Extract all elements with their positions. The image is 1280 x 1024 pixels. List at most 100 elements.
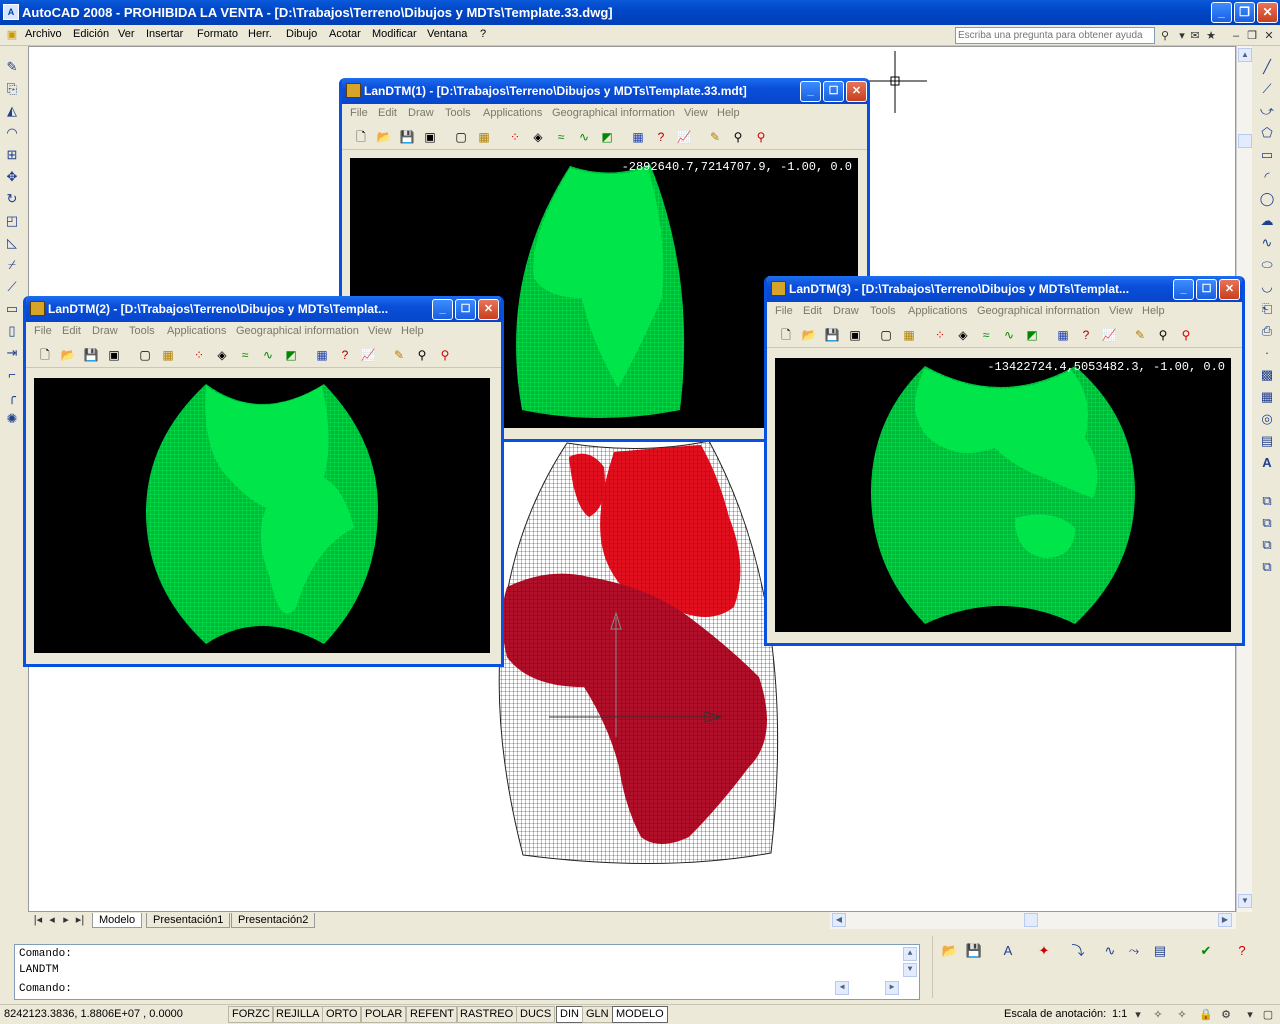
make-block-icon[interactable]: ⎙ [1258,322,1276,340]
insert-block-icon[interactable]: ⎗ [1258,300,1276,318]
chamfer-icon[interactable]: ⌐ [3,366,21,384]
save-icon[interactable]: 💾 [82,346,100,364]
toggle-rejilla[interactable]: REJILLA [272,1006,324,1023]
construction-line-icon[interactable]: ⟋ [1258,80,1276,98]
toggle-ducs[interactable]: DUCS [516,1006,556,1023]
points-icon[interactable]: ⁘ [931,326,949,344]
contours-icon[interactable]: ≈ [236,346,254,364]
landtm-3-menu-applications[interactable]: Applications [908,305,967,317]
rectangle-icon[interactable]: ▭ [1258,146,1276,164]
spline-edit-icon[interactable]: ⤳ [1125,942,1143,960]
landtm-1-minimize-icon[interactable]: _ [800,81,821,102]
pen-icon[interactable]: ✎ [1131,326,1149,344]
lock-icon[interactable]: 🔒 [1198,1007,1214,1023]
chart-icon[interactable]: 📈 [359,346,377,364]
landtm-2-menu-view[interactable]: View [368,325,392,337]
landtm-2-close-icon[interactable]: ✕ [478,299,499,320]
spline-icon[interactable]: ∿ [1258,234,1276,252]
zoom-extents-icon[interactable]: ⚲ [436,346,454,364]
open-folder-icon[interactable]: 📂 [800,326,818,344]
redraw-icon[interactable]: ⤵ [1069,942,1087,960]
zoom-window-icon[interactable]: ⚲ [413,346,431,364]
landtm-1-maximize-icon[interactable]: ☐ [823,81,844,102]
erase-icon[interactable]: ✎ [3,58,21,76]
landtm-2-menu-geographical[interactable]: Geographical information [236,325,359,337]
toggle-forzc[interactable]: FORZC [228,1006,274,1023]
auto-scale-icon[interactable]: ✧ [1174,1007,1190,1023]
new-file-icon[interactable]: 🗋 [777,326,795,344]
grid-icon[interactable]: ▦ [313,346,331,364]
chart-icon[interactable]: 📈 [1100,326,1118,344]
profile-icon[interactable]: ∿ [575,128,593,146]
layer-state-icon[interactable]: ✔ [1197,942,1215,960]
doc-minimize-icon[interactable]: – [1228,28,1244,44]
landtm-2-menu-edit[interactable]: Edit [62,325,81,337]
text-style-icon[interactable]: A [999,942,1017,960]
frame-icon[interactable]: ▢ [877,326,895,344]
profile-icon[interactable]: ∿ [1000,326,1018,344]
profile-icon[interactable]: ∿ [259,346,277,364]
landtm-1-menu-edit[interactable]: Edit [378,107,397,119]
revision-cloud-icon[interactable]: ☁ [1258,212,1276,230]
polyline-icon[interactable]: ⤻ [1258,102,1276,120]
copy-icon[interactable]: ⎘ [3,80,21,98]
landtm-2-menu-applications[interactable]: Applications [167,325,226,337]
tab-presentacion1[interactable]: Presentación1 [146,913,231,928]
search-icon[interactable]: ⚲ [1157,28,1173,44]
zoom-extents-icon[interactable]: ⚲ [752,128,770,146]
landtm-1-menu-geographical[interactable]: Geographical information [552,107,675,119]
ellipse-arc-icon[interactable]: ◡ [1258,278,1276,296]
command-prompt[interactable]: Comando: [19,983,72,995]
landtm-2-menu-file[interactable]: File [34,325,52,337]
landtm-3-map-canvas[interactable]: -13422724.4,5053482.3, -1.00, 0.0 [775,358,1231,632]
landtm-3-minimize-icon[interactable]: _ [1173,279,1194,300]
mesh-icon[interactable]: ◈ [954,326,972,344]
trim-icon[interactable]: ⌿ [3,256,21,274]
landtm-3-title-bar[interactable]: LanDTM(3) - [D:\Trabajos\Terreno\Dibujos… [767,276,1242,302]
document-icon[interactable]: ▣ [4,27,20,43]
zoom-window-icon[interactable]: ⚲ [1154,326,1172,344]
landtm-2-menu-draw[interactable]: Draw [92,325,118,337]
landtm-3-menu-view[interactable]: View [1109,305,1133,317]
ellipse-icon[interactable]: ⬭ [1258,256,1276,274]
grid-icon[interactable]: ▦ [629,128,647,146]
toggle-polar[interactable]: POLAR [361,1006,407,1023]
grid-icon[interactable]: ▦ [1054,326,1072,344]
menu-insertar[interactable]: Insertar [146,28,183,40]
fillet-icon[interactable]: ╭ [3,388,21,406]
annotation-scale-value[interactable]: 1:1 [1112,1008,1127,1020]
menu-modificar[interactable]: Modificar [372,28,417,40]
draworder-under-icon[interactable]: ⧉ [1258,558,1276,576]
draworder-above-icon[interactable]: ⧉ [1258,536,1276,554]
cmd-scroll-down-icon[interactable]: ▼ [903,963,917,977]
landtm-2-menu-help[interactable]: Help [401,325,424,337]
toggle-gln[interactable]: GLN [582,1006,613,1023]
rotate-icon[interactable]: ↻ [3,190,21,208]
landtm-3-menu-file[interactable]: File [775,305,793,317]
toggle-din[interactable]: DIN [556,1006,583,1023]
arc-icon[interactable]: ◜ [1258,168,1276,186]
menu-herr[interactable]: Herr. [248,28,272,40]
chart-icon[interactable]: 📈 [675,128,693,146]
break-at-point-icon[interactable]: ▯ [3,322,21,340]
save-icon[interactable]: 💾 [398,128,416,146]
new-file-icon[interactable]: 🗋 [36,346,54,364]
scroll-up-icon[interactable]: ▲ [1238,48,1252,62]
landtm-1-menu-tools[interactable]: Tools [445,107,471,119]
clean-screen-icon[interactable]: ▢ [1260,1007,1276,1023]
landtm-1-menu-view[interactable]: View [684,107,708,119]
array-icon[interactable]: ⊞ [3,146,21,164]
draworder-back-icon[interactable]: ⧉ [1258,514,1276,532]
landtm-1-menu-file[interactable]: File [350,107,368,119]
command-window[interactable]: Comando: LANDTM Comando: ▲ ▼ ◀ ▶ [14,944,920,1000]
mirror-icon[interactable]: ◭ [3,102,21,120]
horizontal-scrollbar[interactable]: ◀ ▶ [830,912,1236,929]
zoom-extents-icon[interactable]: ⚲ [1177,326,1195,344]
landtm-3-maximize-icon[interactable]: ☐ [1196,279,1217,300]
circle-icon[interactable]: ◯ [1258,190,1276,208]
landtm-3-menu-help[interactable]: Help [1142,305,1165,317]
point-icon[interactable]: · [1258,344,1276,362]
table-icon[interactable]: ▤ [1258,432,1276,450]
landtm-2-title-bar[interactable]: LanDTM(2) - [D:\Trabajos\Terreno\Dibujos… [26,296,501,322]
extend-icon[interactable]: ⟋ [3,278,21,296]
